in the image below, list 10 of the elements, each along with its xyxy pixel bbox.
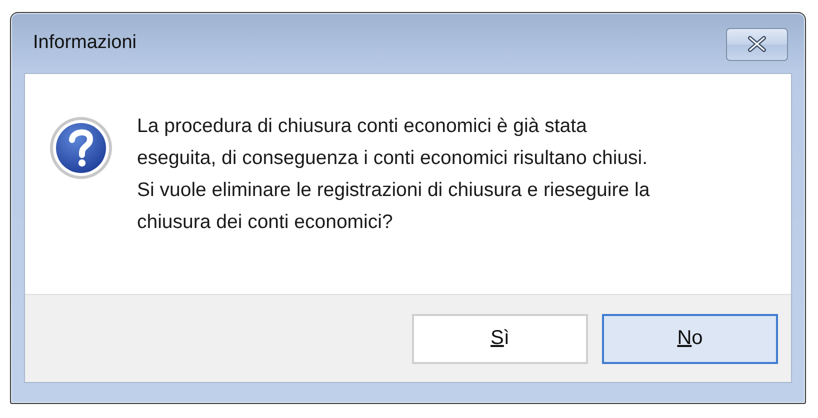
close-button[interactable] xyxy=(726,28,788,60)
dialog-button[interactable]: No xyxy=(602,314,778,364)
close-icon xyxy=(745,36,769,52)
message-text: chiusura dei conti economici? xyxy=(137,210,394,235)
message-text: Si vuole eliminare le registrazioni di chiusura e rieseguire la xyxy=(137,178,650,203)
window-title: Informazioni xyxy=(32,32,136,54)
message-text: eseguita, di conseguenza i conti economici risultano chiusi. xyxy=(137,146,649,171)
question-icon xyxy=(49,116,113,180)
dialog-button[interactable]: Sì xyxy=(412,314,588,364)
message-text: La procedura di chiusura conti economici è già stata xyxy=(137,114,588,139)
